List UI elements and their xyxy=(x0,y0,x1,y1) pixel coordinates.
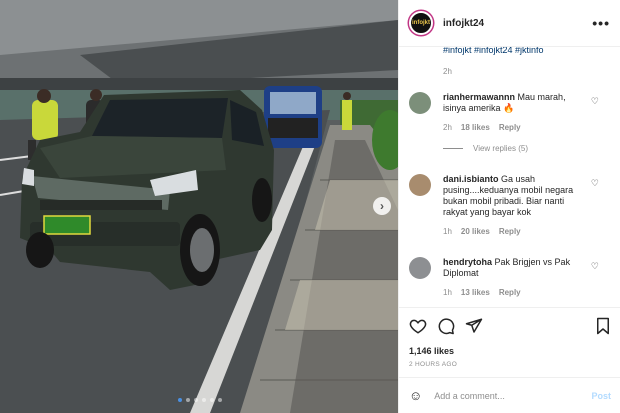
comment-likes[interactable]: 18 likes xyxy=(461,123,490,132)
chevron-right-icon: › xyxy=(380,199,384,213)
action-icons xyxy=(409,317,611,340)
commenter-username[interactable]: dani.isbianto xyxy=(443,174,499,184)
slide-dot xyxy=(218,398,222,402)
view-replies-button[interactable]: View replies (5) xyxy=(443,144,611,153)
account-handle[interactable]: infojkt24 xyxy=(443,18,484,29)
commenter-username[interactable]: rianhermawannn xyxy=(443,92,515,102)
photo-illustration xyxy=(0,0,398,413)
account-avatar[interactable]: infojkt xyxy=(409,11,433,35)
heart-icon[interactable]: ♡ xyxy=(591,96,599,107)
slide-dot xyxy=(194,398,198,402)
comment-text: rianhermawannn Mau marah, isinya amerika… xyxy=(443,92,589,114)
heart-icon[interactable]: ♡ xyxy=(591,261,599,272)
commenter-avatar[interactable] xyxy=(409,174,431,196)
comment-meta: 2h 18 likes Reply xyxy=(443,123,611,132)
post-actions: 1,146 likes 2 HOURS AGO xyxy=(399,307,620,377)
comment-icon[interactable] xyxy=(437,317,455,340)
slide-dot xyxy=(186,398,190,402)
caption-time: 2h xyxy=(443,67,452,76)
comment-meta: 1h 13 likes Reply xyxy=(443,288,611,297)
comment-item: dani.isbianto Ga usah pusing....keduanya… xyxy=(409,174,611,236)
slide-indicator xyxy=(178,398,222,402)
comment-meta: 1h 20 likes Reply xyxy=(443,227,611,236)
post-date: 2 HOURS AGO xyxy=(409,361,458,368)
comment-likes[interactable]: 13 likes xyxy=(461,288,490,297)
slide-dot xyxy=(202,398,206,402)
slide-dot xyxy=(210,398,214,402)
share-icon[interactable] xyxy=(465,317,483,340)
heart-icon[interactable]: ♡ xyxy=(591,178,599,189)
comment-time: 2h xyxy=(443,123,452,132)
heart-icon[interactable] xyxy=(409,317,427,340)
commenter-avatar[interactable] xyxy=(409,257,431,279)
next-slide-button[interactable]: › xyxy=(373,197,391,215)
post-side-panel: infojkt infojkt24 ••• #infojkt #infojkt2… xyxy=(398,0,620,413)
comment-likes[interactable]: 20 likes xyxy=(461,227,490,236)
comment-item: rianhermawannn Mau marah, isinya amerika… xyxy=(409,92,611,153)
commenter-username[interactable]: hendrytoha xyxy=(443,257,492,267)
reply-button[interactable]: Reply xyxy=(499,123,521,132)
slide-dot xyxy=(178,398,182,402)
reply-button[interactable]: Reply xyxy=(499,288,521,297)
caption-hashtags[interactable]: #infojkt #infojkt24 #jktinfo xyxy=(399,47,620,55)
post-comment-button[interactable]: Post xyxy=(591,391,611,401)
comment-time: 1h xyxy=(443,227,452,236)
add-comment-bar: ☺ Post xyxy=(399,377,620,413)
comment-text: hendrytoha Pak Brigjen vs Pak Diplomat xyxy=(443,257,589,279)
post-header: infojkt infojkt24 ••• xyxy=(399,0,620,47)
avatar-label: infojkt xyxy=(412,20,430,26)
post-photo[interactable]: › xyxy=(0,0,398,413)
comment-input[interactable] xyxy=(434,390,575,401)
comment-item: hendrytoha Pak Brigjen vs Pak Diplomat ♡… xyxy=(409,257,611,297)
comment-text: dani.isbianto Ga usah pusing....keduanya… xyxy=(443,174,589,218)
reply-button[interactable]: Reply xyxy=(499,227,521,236)
commenter-avatar[interactable] xyxy=(409,92,431,114)
emoji-icon[interactable]: ☺ xyxy=(409,388,422,403)
bookmark-icon[interactable] xyxy=(595,317,611,340)
comments-list[interactable]: #infojkt #infojkt24 #jktinfo 2h rianherm… xyxy=(399,47,620,307)
comment-time: 1h xyxy=(443,288,452,297)
more-horizontal-icon[interactable]: ••• xyxy=(592,15,610,31)
likes-count[interactable]: 1,146 likes xyxy=(409,346,611,356)
